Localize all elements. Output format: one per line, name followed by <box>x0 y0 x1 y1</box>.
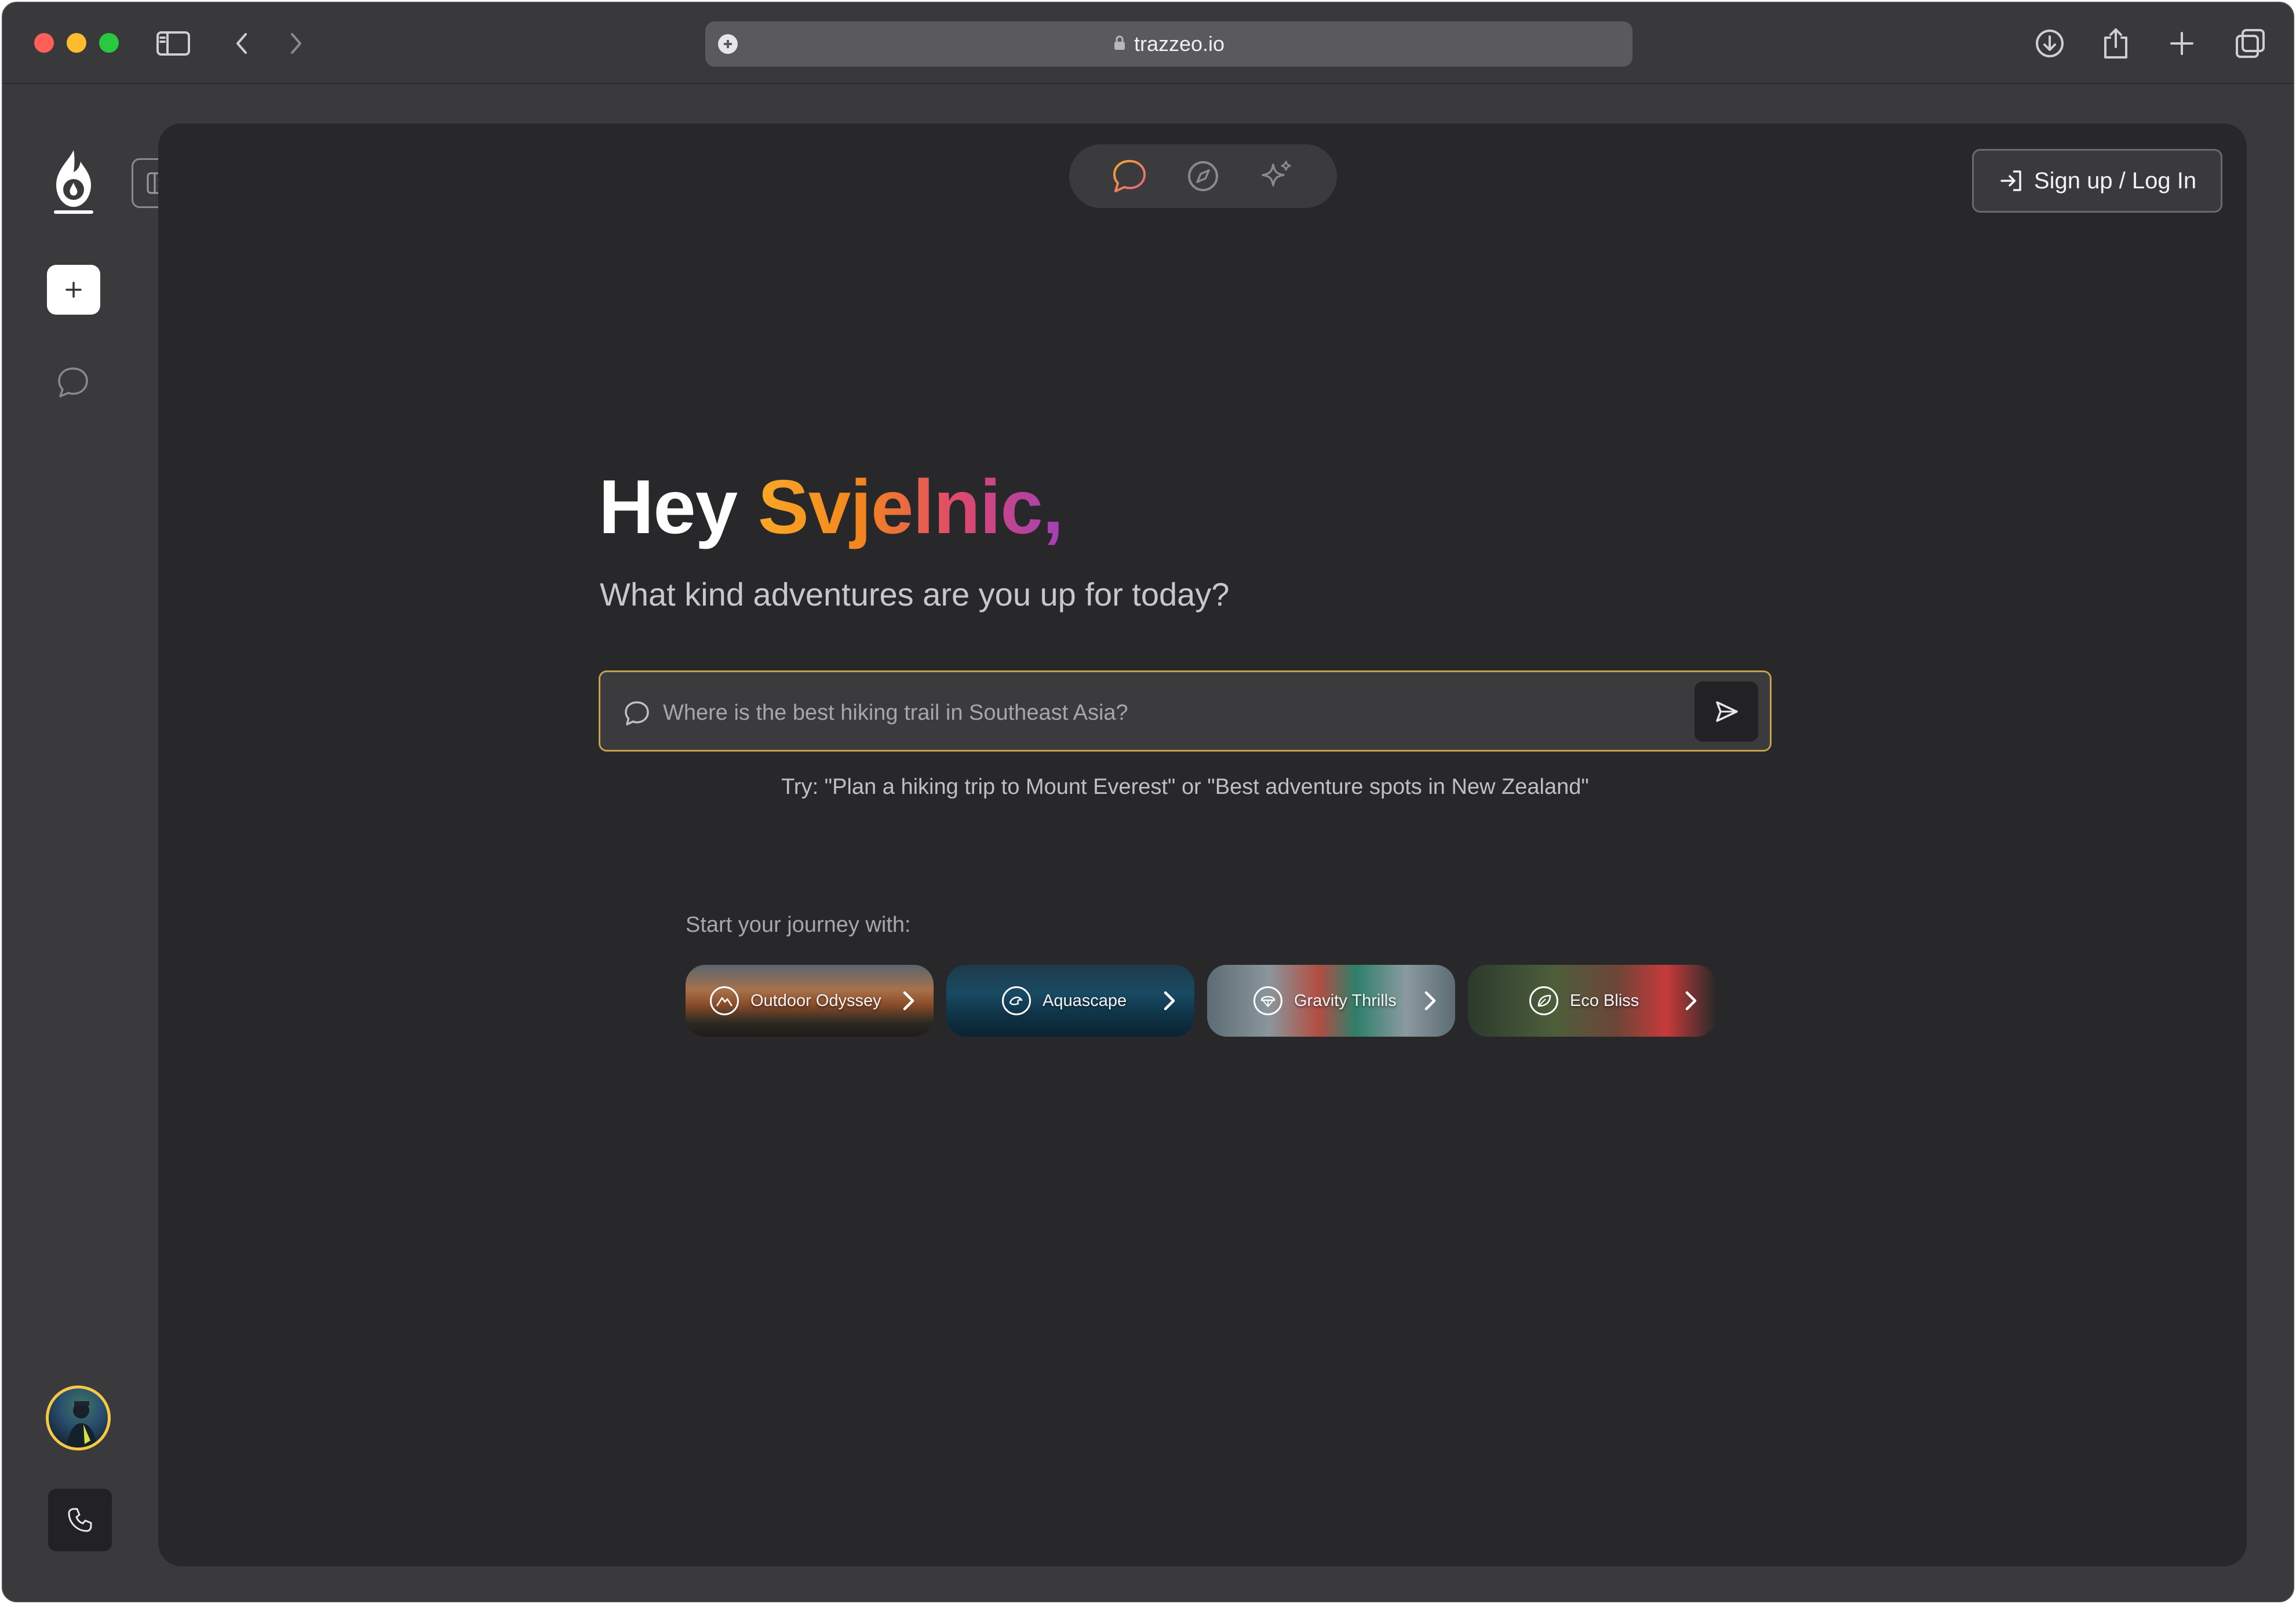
chevron-right-icon <box>1424 991 1436 1011</box>
address-bar[interactable]: trazzeo.io <box>705 21 1632 67</box>
plus-icon <box>65 282 82 298</box>
main-panel: Sign up / Log In <box>158 123 2247 1566</box>
send-button[interactable] <box>1694 681 1758 742</box>
greeting-prefix: Hey <box>599 464 758 549</box>
compass-icon[interactable] <box>1182 155 1224 197</box>
site-settings-icon[interactable] <box>718 34 738 54</box>
search-box <box>599 670 1772 752</box>
chat-mode-icon[interactable] <box>1109 155 1150 197</box>
journey-chip-label: Outdoor Odyssey <box>750 991 881 1010</box>
mode-switcher <box>1069 144 1337 208</box>
flame-logo-icon[interactable] <box>46 147 101 216</box>
journey-chip-label: Eco Bliss <box>1570 991 1639 1010</box>
greeting-subtitle: What kind adventures are you up for toda… <box>600 576 1230 613</box>
search-input[interactable] <box>663 690 1671 736</box>
back-icon[interactable] <box>223 25 260 62</box>
phone-button[interactable] <box>48 1489 112 1551</box>
journey-chip-outdoor-odyssey[interactable]: Outdoor Odyssey <box>686 965 934 1037</box>
forward-icon[interactable] <box>278 25 315 62</box>
lock-icon <box>1113 32 1126 56</box>
wave-icon <box>1002 986 1031 1015</box>
browser-window: trazzeo.io Sign up / Log In Hey Svjelnic… <box>2 2 2294 1602</box>
parachute-icon <box>1253 986 1282 1015</box>
greeting-name: Svjelnic, <box>757 464 1064 549</box>
journey-label: Start your journey with: <box>686 913 911 937</box>
login-icon <box>2000 170 2021 191</box>
chat-bubble-icon <box>625 701 649 726</box>
example-hint: Try: "Plan a hiking trip to Mount Everes… <box>781 775 1589 799</box>
close-window-button[interactable] <box>34 33 54 53</box>
sparkles-icon[interactable] <box>1256 155 1298 197</box>
signup-label: Sign up / Log In <box>2033 167 2197 194</box>
chevron-right-icon <box>1164 991 1175 1011</box>
journey-chip-label: Gravity Thrills <box>1294 991 1397 1010</box>
journey-chips: Outdoor Odyssey Aquascape Gravity Thrill… <box>686 965 1716 1037</box>
greeting-heading: Hey Svjelnic, <box>599 463 1063 551</box>
new-chat-button[interactable] <box>47 265 100 315</box>
browser-toolbar: trazzeo.io <box>3 3 2293 84</box>
new-tab-icon[interactable] <box>2163 25 2200 62</box>
mountain-icon <box>710 986 739 1015</box>
leaf-icon <box>1529 986 1558 1015</box>
page: Sign up / Log In <box>3 84 2293 1601</box>
minimize-window-button[interactable] <box>67 33 86 53</box>
chat-history-icon[interactable] <box>54 363 92 402</box>
chevron-right-icon <box>1685 991 1697 1011</box>
avatar[interactable] <box>46 1386 111 1450</box>
journey-chip-label: Aquascape <box>1043 991 1127 1010</box>
signup-login-button[interactable]: Sign up / Log In <box>1972 149 2222 213</box>
phone-icon <box>68 1508 92 1532</box>
journey-chip-aquascape[interactable]: Aquascape <box>946 965 1194 1037</box>
journey-chip-gravity-thrills[interactable]: Gravity Thrills <box>1207 965 1455 1037</box>
chevron-right-icon <box>903 991 914 1011</box>
url-text: trazzeo.io <box>1134 32 1225 56</box>
tab-overview-icon[interactable] <box>2232 25 2269 62</box>
sidebar-toggle-icon[interactable] <box>155 25 192 62</box>
downloads-icon[interactable] <box>2031 25 2068 62</box>
share-icon[interactable] <box>2097 25 2134 62</box>
journey-chip-eco-bliss[interactable]: Eco Bliss <box>1468 965 1716 1037</box>
send-icon <box>1716 701 1738 722</box>
zoom-window-button[interactable] <box>99 33 119 53</box>
